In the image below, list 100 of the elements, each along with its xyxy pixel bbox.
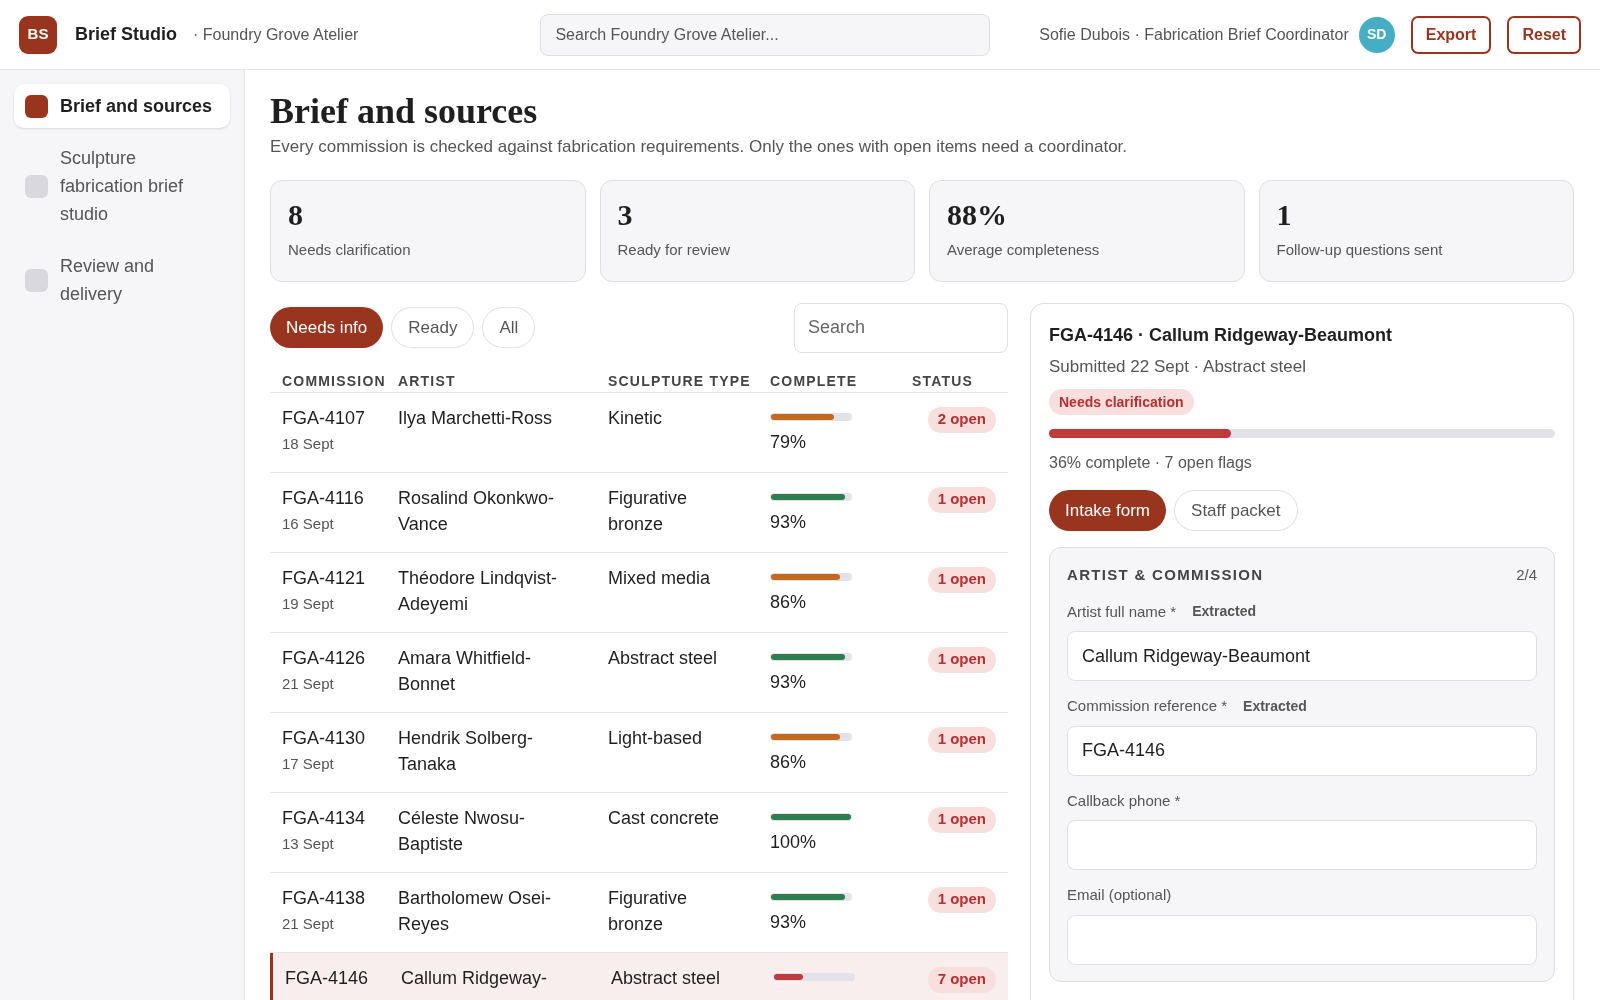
app-name: Brief Studio (75, 23, 177, 46)
percent-label: 86% (770, 590, 808, 614)
field-label: Artist full name * (1067, 601, 1177, 622)
commission-id: FGA-4107 (282, 406, 367, 429)
export-button[interactable]: Export (1410, 15, 1492, 54)
artist-name: Céleste Nwosu-Baptiste (398, 806, 527, 856)
section-title: ARTIST & COMMISSION (1067, 565, 1264, 585)
commission-date: 21 Sept (282, 913, 335, 934)
input-field[interactable]: FGA-4146 (1067, 725, 1537, 776)
artist-name: Théodore Lindqvist-Adeyemi (398, 566, 559, 616)
table-row[interactable]: FGA-4146 Callum Ridgeway- Abstract steel 7 open (270, 952, 1008, 1000)
field-label: Email (optional) (1067, 885, 1172, 905)
user-label: Sofie Dubois · Fabrication Brief Coordinator (1039, 24, 1349, 45)
table-row[interactable]: FGA-4107 18 Sept Ilya Marchetti-Ross Kinetic 79% 2 open (270, 392, 1008, 473)
commission-id: FGA-4138 (282, 886, 367, 909)
artist-name: Bartholomew Osei-Reyes (398, 886, 553, 936)
table-row[interactable]: FGA-4126 21 Sept Amara Whitfield-Bonnet Abstract steel 93% 1 open (270, 632, 1008, 713)
filter-chip[interactable]: All (482, 307, 536, 348)
commission-id: FGA-4130 (282, 726, 367, 749)
status-badge: 1 open (927, 806, 996, 833)
stat-value: 1 (1276, 196, 1293, 233)
logo-icon: BS (19, 15, 57, 54)
field-label: Callback phone * (1067, 790, 1181, 811)
column-header: ARTIST (398, 371, 457, 391)
commission-date: 16 Sept (282, 513, 335, 534)
commission-id: FGA-4121 (282, 566, 367, 589)
commission-date: 19 Sept (282, 593, 335, 614)
commission-id: FGA-4134 (282, 806, 367, 829)
column-header: COMPLETE (770, 371, 859, 391)
percent-label: 93% (770, 910, 808, 934)
commission-date: 21 Sept (282, 673, 335, 694)
column-header: COMMISSION (281, 371, 387, 391)
column-header: STATUS (912, 371, 975, 391)
percent-label: 93% (770, 670, 808, 694)
commission-id: FGA-4126 (282, 646, 367, 669)
panel-tab[interactable]: Intake form (1049, 490, 1167, 531)
panel-tab[interactable]: Staff packet (1174, 490, 1298, 531)
stat-value: 88% (947, 196, 1008, 233)
status-badge: 1 open (927, 566, 996, 593)
status-badge: Needs clarification (1049, 389, 1194, 415)
table-row[interactable]: FGA-4138 21 Sept Bartholomew Osei-Reyes Figurative bronze 93% 1 open (270, 872, 1008, 953)
sidebar-item[interactable]: Brief and sources (14, 84, 230, 128)
percent-label: 86% (770, 750, 808, 774)
page-title: Brief and sources (270, 90, 539, 132)
sculpture-type: Figurative bronze (608, 886, 689, 936)
detail-subtitle: Submitted 22 Sept · Abstract steel (1049, 355, 1308, 378)
artist-name: Hendrik Solberg-Tanaka (398, 726, 535, 776)
stat-label: Ready for review (617, 239, 732, 260)
input-field[interactable] (1067, 820, 1537, 870)
input-field[interactable]: Callum Ridgeway-Beaumont (1067, 631, 1537, 681)
sculpture-type: Kinetic (608, 406, 664, 430)
filter-chip[interactable]: Ready (391, 307, 475, 348)
commission-id: FGA-4116 (282, 486, 365, 509)
percent-label: 93% (770, 510, 808, 534)
filter-chip[interactable]: Needs info (270, 307, 384, 348)
column-header: SCULPTURE TYPE (608, 371, 752, 391)
sculpture-type: Cast concrete (608, 806, 721, 830)
status-badge: 7 open (927, 966, 996, 993)
sidebar-item[interactable]: Review and delivery (14, 244, 230, 316)
sculpture-type: Light-based (608, 726, 704, 750)
detail-title: FGA-4146 · Callum Ridgeway-Beaumont (1049, 323, 1394, 347)
progress-summary: 36% complete · 7 open flags (1049, 453, 1253, 473)
extracted-tag: Extracted (1192, 601, 1257, 623)
commission-date: 13 Sept (282, 833, 335, 854)
table-row[interactable]: FGA-4116 16 Sept Rosalind Okonkwo-Vance Figurative bronze 93% 1 open (270, 472, 1008, 553)
status-badge: 1 open (927, 726, 996, 753)
commission-date: 18 Sept (282, 433, 335, 454)
sculpture-type: Figurative bronze (608, 486, 689, 536)
artist-name: Amara Whitfield-Bonnet (398, 646, 533, 696)
artist-name: Ilya Marchetti-Ross (398, 406, 554, 430)
sculpture-type: Abstract steel (611, 966, 722, 990)
page-subtitle: Every commission is checked against fabrication requirements. Only the ones with open items need a coordinator. (270, 136, 1129, 158)
stat-label: Average completeness (947, 239, 1101, 260)
stat-label: Follow-up questions sent (1276, 239, 1444, 260)
section-count: 2/4 (1516, 565, 1537, 585)
input-field[interactable] (1067, 914, 1537, 965)
status-badge: 2 open (927, 406, 996, 433)
extracted-tag: Extracted (1243, 695, 1307, 717)
stat-value: 3 (617, 196, 634, 233)
sculpture-type: Abstract steel (608, 646, 719, 670)
table-row[interactable]: FGA-4134 13 Sept Céleste Nwosu-Baptiste Cast concrete 100% 1 open (270, 792, 1008, 873)
table-search-field[interactable]: Search (794, 302, 1008, 353)
stat-label: Needs clarification (288, 239, 412, 260)
commission-date: 17 Sept (282, 753, 335, 774)
search-field[interactable]: Search Foundry Grove Atelier... (540, 13, 991, 56)
artist-name: Rosalind Okonkwo-Vance (398, 486, 556, 536)
table-row[interactable]: FGA-4130 17 Sept Hendrik Solberg-Tanaka Light-based 86% 1 open (270, 712, 1008, 793)
table-row[interactable]: FGA-4121 19 Sept Théodore Lindqvist-Adeyemi Mixed media 86% 1 open (270, 552, 1008, 633)
artist-name: Callum Ridgeway- (401, 966, 549, 990)
commission-id: FGA-4146 (285, 966, 370, 989)
sidebar-item[interactable]: Sculpture fabrication brief studio (14, 136, 230, 236)
status-badge: 1 open (927, 486, 996, 513)
percent-label: 100% (770, 830, 818, 854)
stat-value: 8 (288, 196, 304, 233)
status-badge: 1 open (927, 886, 996, 913)
reset-button[interactable]: Reset (1507, 15, 1581, 54)
percent-label: 79% (770, 430, 808, 454)
status-badge: 1 open (927, 646, 996, 673)
sculpture-type: Mixed media (608, 566, 712, 590)
field-label: Commission reference * (1067, 696, 1228, 716)
